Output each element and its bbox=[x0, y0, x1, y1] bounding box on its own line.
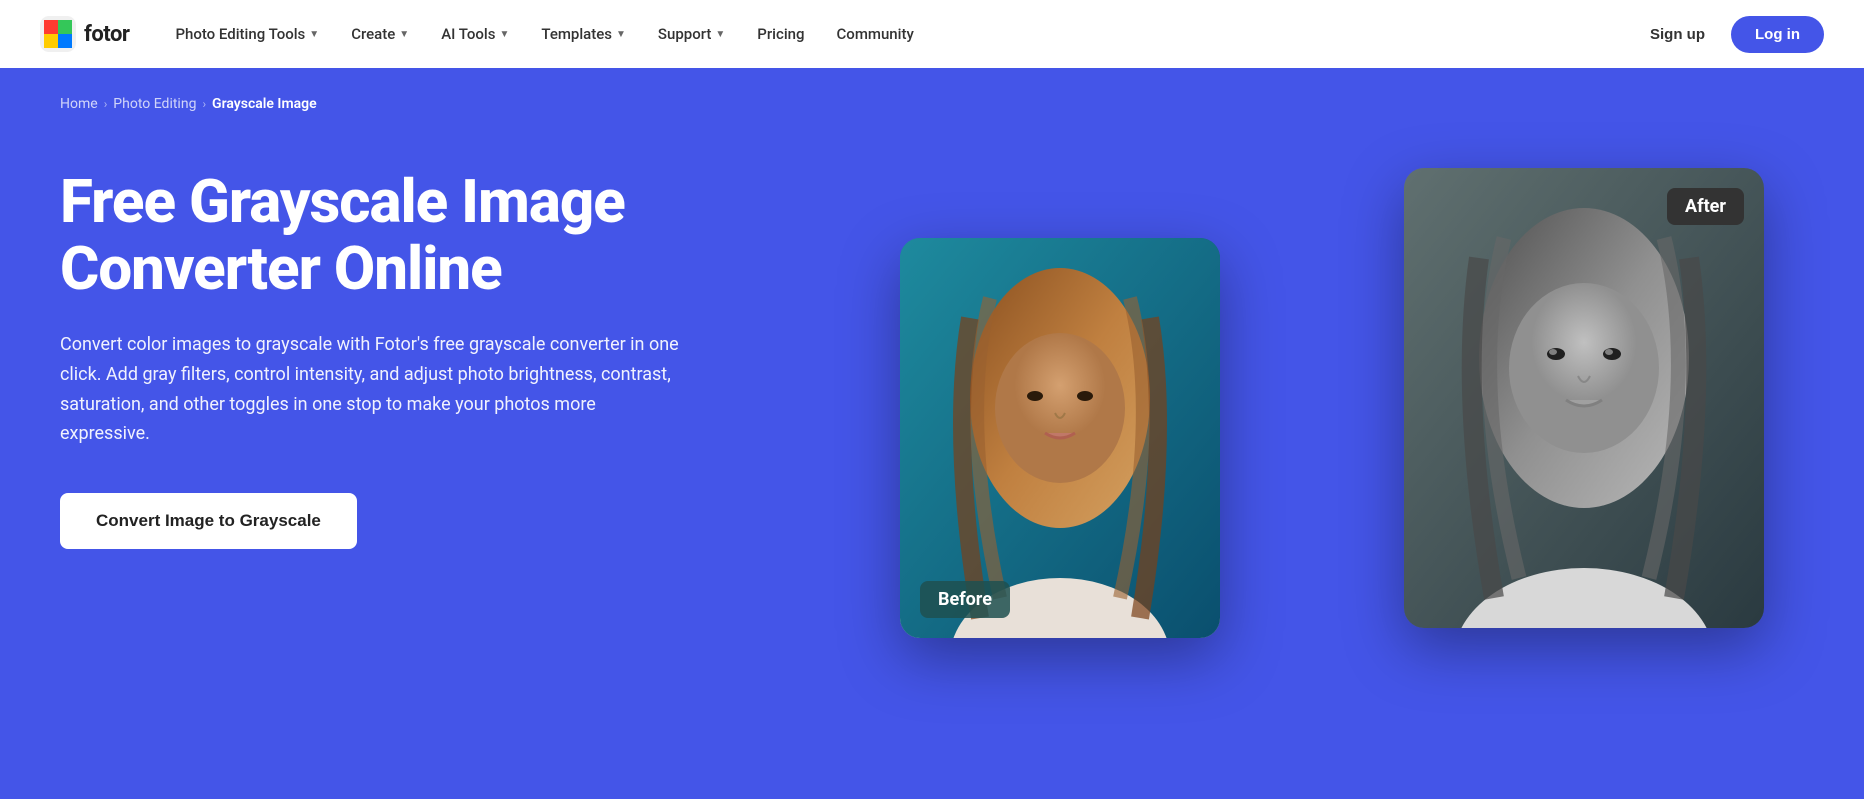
logo[interactable]: fotor bbox=[40, 16, 129, 52]
breadcrumb-separator-1: › bbox=[104, 97, 108, 111]
login-button[interactable]: Log in bbox=[1731, 16, 1824, 53]
chevron-down-icon: ▼ bbox=[309, 29, 319, 40]
after-photo-svg bbox=[1404, 168, 1764, 628]
chevron-down-icon: ▼ bbox=[616, 29, 626, 40]
nav-auth-buttons: Sign up Log in bbox=[1636, 16, 1824, 53]
breadcrumb-home[interactable]: Home bbox=[60, 96, 98, 112]
nav-ai-tools[interactable]: AI Tools ▼ bbox=[427, 17, 523, 51]
hero-title: Free Grayscale Image Converter Online bbox=[60, 168, 740, 302]
chevron-down-icon: ▼ bbox=[399, 29, 409, 40]
chevron-down-icon: ▼ bbox=[715, 29, 725, 40]
chevron-down-icon: ▼ bbox=[499, 29, 509, 40]
hero-text-block: Free Grayscale Image Converter Online Co… bbox=[60, 148, 740, 549]
nav-photo-editing-tools[interactable]: Photo Editing Tools ▼ bbox=[161, 17, 333, 51]
breadcrumb-current: Grayscale Image bbox=[212, 96, 317, 112]
navigation: fotor Photo Editing Tools ▼ Create ▼ AI … bbox=[0, 0, 1864, 68]
logo-text: fotor bbox=[84, 22, 129, 47]
breadcrumb-photo-editing[interactable]: Photo Editing bbox=[113, 96, 196, 112]
fotor-logo-icon bbox=[40, 16, 76, 52]
before-hair-svg bbox=[900, 238, 1220, 638]
before-after-container: Before bbox=[820, 148, 1804, 698]
after-photo bbox=[1404, 168, 1764, 628]
hero-description: Convert color images to grayscale with F… bbox=[60, 330, 680, 449]
breadcrumb: Home › Photo Editing › Grayscale Image bbox=[60, 96, 1804, 112]
nav-pricing[interactable]: Pricing bbox=[743, 17, 818, 51]
before-photo bbox=[900, 238, 1220, 638]
signup-button[interactable]: Sign up bbox=[1636, 18, 1719, 51]
before-image-card: Before bbox=[900, 238, 1220, 638]
nav-support[interactable]: Support ▼ bbox=[644, 17, 739, 51]
hero-content: Free Grayscale Image Converter Online Co… bbox=[60, 148, 1804, 739]
after-image-card: After bbox=[1404, 168, 1764, 628]
nav-community[interactable]: Community bbox=[823, 17, 928, 51]
hero-section: Home › Photo Editing › Grayscale Image F… bbox=[0, 68, 1864, 799]
breadcrumb-separator-2: › bbox=[202, 97, 206, 111]
nav-menu: Photo Editing Tools ▼ Create ▼ AI Tools … bbox=[161, 17, 1636, 51]
nav-create[interactable]: Create ▼ bbox=[337, 17, 423, 51]
after-label: After bbox=[1667, 188, 1744, 225]
nav-templates[interactable]: Templates ▼ bbox=[527, 17, 640, 51]
before-label: Before bbox=[920, 581, 1010, 618]
convert-button[interactable]: Convert Image to Grayscale bbox=[60, 493, 357, 549]
